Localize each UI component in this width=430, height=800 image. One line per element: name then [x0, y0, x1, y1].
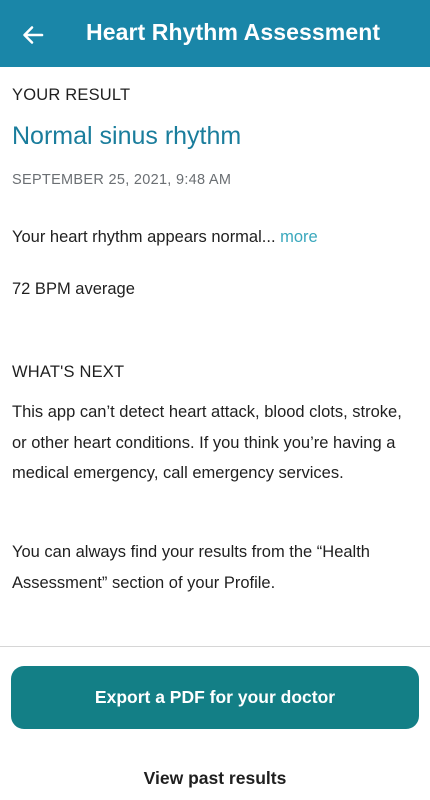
divider — [0, 646, 430, 647]
profile-info-paragraph: You can always find your results from th… — [12, 543, 370, 592]
page-title: Heart Rhythm Assessment — [86, 19, 381, 45]
disclaimer-paragraph: This app can’t detect heart attack, bloo… — [12, 403, 402, 482]
arrow-left-icon — [23, 26, 44, 44]
result-date: SEPTEMBER 25, 2021, 9:48 AM — [12, 172, 232, 188]
view-past-results-link[interactable]: View past results — [0, 768, 430, 789]
bpm-average: 72 BPM average — [12, 280, 135, 298]
your-result-heading: YOUR RESULT — [12, 86, 131, 104]
back-button[interactable] — [18, 20, 48, 50]
result-summary: Your heart rhythm appears normal... more — [12, 228, 318, 247]
result-title: Normal sinus rhythm — [12, 122, 242, 150]
app-bar: Heart Rhythm Assessment — [0, 0, 430, 67]
more-link[interactable]: more — [280, 228, 318, 246]
summary-text: Your heart rhythm appears normal... — [12, 228, 276, 246]
export-pdf-button[interactable]: Export a PDF for your doctor — [11, 666, 419, 729]
whats-next-heading: WHAT'S NEXT — [12, 363, 125, 381]
